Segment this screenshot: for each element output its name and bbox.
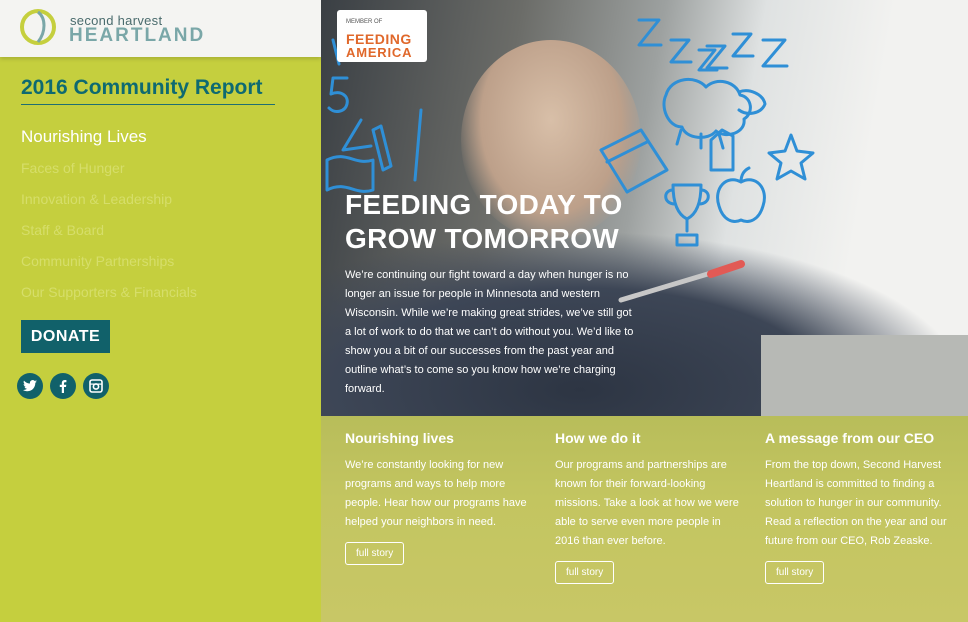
badge-member-of: MEMBER OF bbox=[346, 19, 383, 25]
report-title[interactable]: 2016 Community Report bbox=[21, 76, 275, 105]
story-ceo-message: A message from our CEO From the top down… bbox=[765, 430, 949, 584]
stories-section: Nourishing lives We’re constantly lookin… bbox=[321, 416, 968, 622]
full-story-button[interactable]: full story bbox=[345, 542, 405, 565]
donate-button[interactable]: DONATE bbox=[21, 320, 110, 353]
nav-item-staff-board[interactable]: Staff & Board bbox=[21, 222, 197, 253]
full-story-button[interactable]: full story bbox=[765, 561, 825, 584]
badge-america: AMERICA bbox=[346, 45, 413, 60]
hero-body: We’re continuing our fight toward a day … bbox=[345, 269, 634, 395]
logo-bar: second harvest HEARTLAND bbox=[0, 0, 321, 57]
hero-banner: MEMBER OF FEEDING AMERICA FEEDING TODAY … bbox=[321, 0, 968, 416]
nav-list: Faces of Hunger Innovation & Leadership … bbox=[21, 160, 197, 315]
hero-title: FEEDING TODAY TO GROW TOMORROW bbox=[345, 189, 623, 254]
logo-line2: HEARTLAND bbox=[69, 25, 206, 46]
full-story-button[interactable]: full story bbox=[555, 561, 615, 584]
nav-item-faces-of-hunger[interactable]: Faces of Hunger bbox=[21, 160, 197, 191]
story-body: Our programs and partnerships are known … bbox=[555, 459, 739, 547]
second-harvest-leaf-logo-icon[interactable] bbox=[18, 8, 58, 46]
story-title: Nourishing lives bbox=[345, 430, 454, 446]
nav-item-supporters-financials[interactable]: Our Supporters & Financials bbox=[21, 284, 197, 315]
story-body: From the top down, Second Harvest Heartl… bbox=[765, 459, 947, 547]
feeding-america-badge[interactable]: MEMBER OF FEEDING AMERICA bbox=[337, 10, 427, 62]
story-title: How we do it bbox=[555, 430, 641, 446]
story-nourishing-lives: Nourishing lives We’re constantly lookin… bbox=[345, 430, 535, 565]
twitter-icon[interactable] bbox=[17, 373, 43, 399]
story-title: A message from our CEO bbox=[765, 430, 935, 446]
nav-item-community-partnerships[interactable]: Community Partnerships bbox=[21, 253, 197, 284]
story-body: We’re constantly looking for new program… bbox=[345, 459, 527, 528]
facebook-icon[interactable] bbox=[50, 373, 76, 399]
story-how-we-do-it: How we do it Our programs and partnershi… bbox=[555, 430, 745, 584]
nav-current-section[interactable]: Nourishing Lives bbox=[21, 127, 147, 147]
instagram-icon[interactable] bbox=[83, 373, 109, 399]
sidebar: second harvest HEARTLAND 2016 Community … bbox=[0, 0, 321, 622]
nav-item-innovation-leadership[interactable]: Innovation & Leadership bbox=[21, 191, 197, 222]
